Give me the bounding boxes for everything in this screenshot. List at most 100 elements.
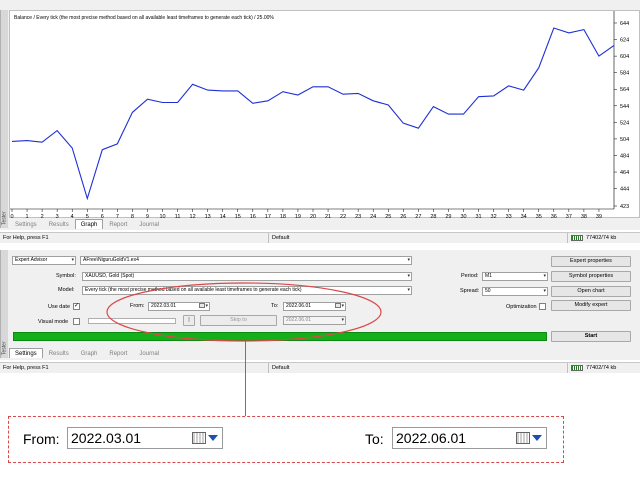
x-tick-label: 27 [415, 214, 421, 219]
connection-bars-icon [571, 365, 583, 371]
calendar-dropdown-icon[interactable]: ▾ [335, 303, 344, 310]
tab-results[interactable]: Results [43, 348, 75, 358]
y-tick-label: 464 [620, 170, 629, 176]
y-tick-label: 644 [620, 21, 629, 27]
status-profile: Default [268, 363, 289, 373]
model-combo[interactable]: Every tick (the most precise method base… [82, 286, 412, 295]
spread-value: 50 [485, 288, 491, 294]
status-memory: 77402/74 kb [567, 363, 640, 373]
period-combo[interactable]: M1 ▾ [482, 272, 548, 281]
x-tick-label: 32 [491, 214, 497, 219]
status-bar-bottom: For Help, press F1 Default 77402/74 kb [0, 362, 640, 373]
x-tick-label: 25 [385, 214, 391, 219]
chevron-down-icon: ▾ [543, 273, 546, 279]
to-date-field[interactable]: 2022.06.01 ▾ [283, 302, 346, 311]
optimization-checkbox[interactable] [539, 303, 546, 310]
highlight-connector-line [245, 341, 246, 416]
x-tick-label: 36 [551, 214, 557, 219]
to-date-value: 2022.06.01 [286, 303, 312, 309]
optimization-label: Optimization [506, 304, 537, 310]
x-tick-label: 26 [400, 214, 406, 219]
status-memory-text: 77402/74 kb [586, 235, 617, 241]
y-tick-label: 423 [620, 204, 629, 210]
settings-tab-row: Settings Results Graph Report Journal [9, 347, 165, 358]
from-date-field[interactable]: 2022.03.01 ▾ [148, 302, 210, 311]
chevron-down-icon: ▾ [407, 287, 410, 293]
tab-graph[interactable]: Graph [74, 219, 104, 229]
status-help-text: For Help, press F1 [3, 235, 49, 241]
tab-results[interactable]: Results [43, 219, 75, 229]
tester-side-label-bottom: Tester [0, 250, 8, 358]
x-tick-label: 35 [536, 214, 542, 219]
y-tick-label: 584 [620, 71, 629, 77]
use-date-checkbox[interactable]: ✓ [73, 303, 80, 310]
tab-journal[interactable]: Journal [133, 348, 165, 358]
x-tick-label: 21 [325, 214, 331, 219]
pause-button[interactable]: || [183, 315, 195, 326]
x-tick-label: 19 [295, 214, 301, 219]
x-tick-label: 14 [220, 214, 226, 219]
calendar-icon [192, 432, 218, 444]
modify-expert-button[interactable]: Modify expert [551, 300, 631, 311]
calendar-dropdown-icon: ▾ [341, 317, 344, 323]
calendar-dropdown-icon[interactable]: ▾ [199, 303, 208, 310]
x-tick-label: 15 [235, 214, 241, 219]
chevron-down-icon: ▾ [407, 257, 410, 263]
expert-properties-button[interactable]: Expert properties [551, 256, 631, 267]
x-tick-label: 11 [175, 214, 181, 219]
connection-bars-icon [571, 235, 583, 241]
status-profile: Default [268, 233, 289, 243]
x-tick-label: 22 [340, 214, 346, 219]
x-tick-label: 18 [280, 214, 286, 219]
symbol-combo[interactable]: XAUUSD, Gold (Spot) ▾ [82, 272, 412, 281]
x-tick-label: 23 [355, 214, 361, 219]
to-label: To: [271, 303, 279, 309]
x-tick-label: 37 [566, 214, 572, 219]
model-value: Every tick (the most precise method base… [85, 287, 302, 293]
zoomed-date-range: From: 2022.03.01 To: 2022.06.01 [8, 416, 564, 463]
calendar-icon [516, 432, 542, 444]
x-tick-label: 30 [460, 214, 466, 219]
type-combo[interactable]: Expert Advisor ▾ [12, 256, 76, 265]
x-tick-label: 24 [370, 214, 376, 219]
zoom-to-value: 2022.06.01 [396, 430, 467, 446]
status-help-text: For Help, press F1 [3, 365, 49, 371]
visual-speed-slider[interactable] [88, 318, 176, 324]
chevron-down-icon: ▾ [71, 257, 74, 263]
graph-tab-row: Settings Results Graph Report Journal [9, 218, 165, 229]
start-button[interactable]: Start [551, 331, 631, 342]
y-tick-label: 604 [620, 54, 629, 60]
chevron-down-icon: ▾ [543, 288, 546, 294]
y-tick-label: 624 [620, 38, 629, 44]
zoom-from-field: 2022.03.01 [67, 427, 223, 449]
tab-journal[interactable]: Journal [133, 219, 165, 229]
symbol-value: XAUUSD, Gold (Spot) [85, 273, 135, 279]
tab-settings[interactable]: Settings [9, 348, 43, 358]
tab-graph[interactable]: Graph [75, 348, 104, 358]
tab-report[interactable]: Report [103, 219, 133, 229]
x-tick-label: 34 [521, 214, 527, 219]
x-tick-label: 13 [205, 214, 211, 219]
x-tick-label: 29 [445, 214, 451, 219]
y-tick-label: 524 [620, 120, 629, 126]
symbol-properties-button[interactable]: Symbol properties [551, 271, 631, 282]
spread-combo[interactable]: 50 ▾ [482, 287, 548, 296]
balance-graph: 423 444 464 484 504 524 544 564 584 604 624 644 0 1 2 3… [9, 10, 640, 219]
expert-file-combo[interactable]: AFree\NiguruGoldV1.ex4 ▾ [80, 256, 412, 265]
skip-to-date-field[interactable]: 2022.06.01 ▾ [283, 316, 346, 325]
use-date-label: Use date [48, 304, 71, 310]
visual-mode-checkbox[interactable] [73, 318, 80, 325]
zoom-to-field: 2022.06.01 [392, 427, 547, 449]
y-tick-label: 544 [620, 104, 629, 110]
skip-to-button[interactable]: Skip to [200, 315, 277, 326]
x-tick-label: 31 [475, 214, 481, 219]
tab-settings[interactable]: Settings [9, 219, 43, 229]
symbol-label: Symbol: [56, 273, 76, 279]
from-date-value: 2022.03.01 [151, 303, 177, 309]
status-memory-text: 77402/74 kb [586, 365, 617, 371]
x-tick-label: 20 [310, 214, 316, 219]
tab-report[interactable]: Report [103, 348, 133, 358]
open-chart-button[interactable]: Open chart [551, 286, 631, 297]
y-tick-label: 504 [620, 137, 629, 143]
tester-side-label: Tester [0, 10, 8, 228]
